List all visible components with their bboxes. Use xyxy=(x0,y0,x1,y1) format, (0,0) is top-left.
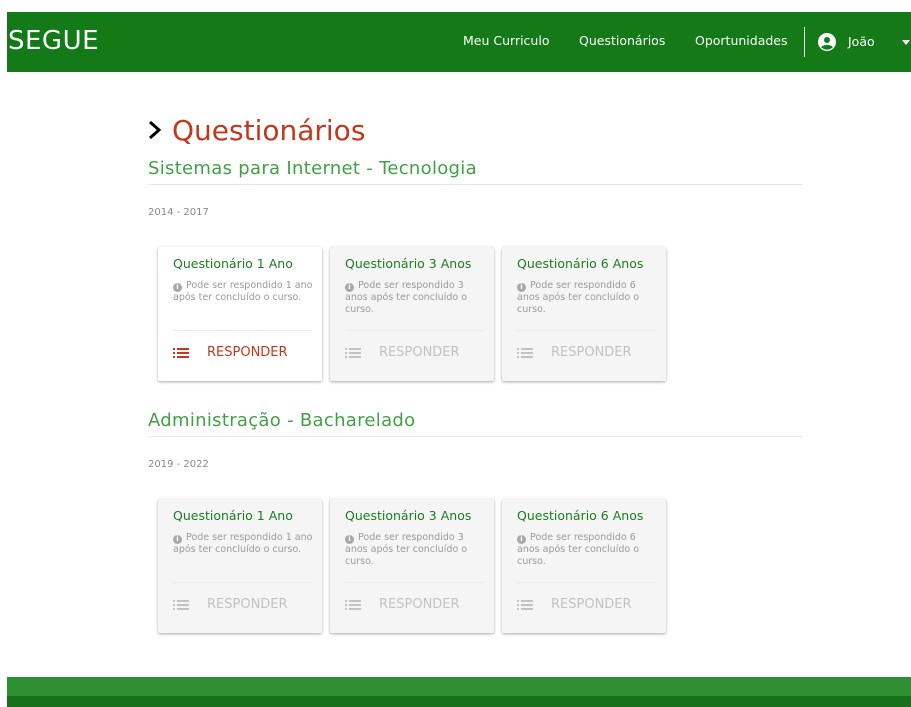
card-divider xyxy=(173,582,312,583)
questionnaire-card: Questionário 3 Anos i Pode ser respondido… xyxy=(330,247,494,381)
card-divider xyxy=(345,330,484,331)
user-menu-caret-icon[interactable] xyxy=(902,40,910,45)
questionnaire-cards: Questionário 1 Ano i Pode ser respondido … xyxy=(158,499,674,633)
respond-button-disabled: RESPONDER xyxy=(517,597,632,612)
info-icon: i xyxy=(173,283,182,292)
card-divider xyxy=(517,582,656,583)
info-icon: i xyxy=(517,283,526,292)
card-title: Questionário 3 Anos xyxy=(345,508,472,523)
respond-button[interactable]: RESPONDER xyxy=(173,345,288,360)
questionnaire-card: Questionário 6 Anos i Pode ser respondido… xyxy=(502,499,666,633)
course-section: Sistemas para Internet - Tecnologia 2014… xyxy=(148,158,803,381)
card-divider xyxy=(345,582,484,583)
page-title-text: Questionários xyxy=(172,113,366,147)
card-divider xyxy=(173,330,312,331)
brand-logo[interactable]: SEGUE xyxy=(8,26,99,56)
course-section: Administração - Bacharelado 2019 - 2022 … xyxy=(148,410,803,633)
app-frame: SEGUE Meu Curriculo Questionários Oportu… xyxy=(7,12,911,707)
course-title: Administração - Bacharelado xyxy=(148,410,803,437)
page-title: Questionários xyxy=(148,110,803,150)
list-icon xyxy=(173,347,189,358)
info-icon: i xyxy=(345,535,354,544)
card-description: i Pode ser respondido 1 ano após ter conc… xyxy=(173,532,313,555)
respond-button-disabled: RESPONDER xyxy=(173,597,288,612)
nav-link-opportunities[interactable]: Oportunidades xyxy=(695,33,788,48)
questionnaire-card: Questionário 3 Anos i Pode ser respondido… xyxy=(330,499,494,633)
questionnaire-card: Questionário 1 Ano i Pode ser respondido … xyxy=(158,499,322,633)
info-icon: i xyxy=(517,535,526,544)
nav-link-questionnaires[interactable]: Questionários xyxy=(579,33,665,48)
list-icon xyxy=(345,347,361,358)
respond-button-disabled: RESPONDER xyxy=(345,597,460,612)
top-navbar: SEGUE Meu Curriculo Questionários Oportu… xyxy=(7,12,911,72)
respond-button-disabled: RESPONDER xyxy=(345,345,460,360)
user-name[interactable]: João xyxy=(848,34,875,49)
questionnaire-card: Questionário 1 Ano i Pode ser respondido … xyxy=(158,247,322,381)
user-account-icon[interactable] xyxy=(818,33,836,51)
nav-link-curriculum[interactable]: Meu Curriculo xyxy=(463,33,549,48)
list-icon xyxy=(517,347,533,358)
main-content: Questionários Sistemas para Internet - T… xyxy=(148,110,803,633)
list-icon xyxy=(517,599,533,610)
card-description: i Pode ser respondido 6 anos após ter con… xyxy=(517,532,640,567)
list-icon xyxy=(173,599,189,610)
card-description: i Pode ser respondido 3 anos após ter con… xyxy=(345,280,468,315)
info-icon: i xyxy=(173,535,182,544)
course-period: 2014 - 2017 xyxy=(148,207,209,218)
card-title: Questionário 1 Ano xyxy=(173,256,293,271)
chevron-right-icon xyxy=(149,120,162,140)
list-icon xyxy=(345,599,361,610)
course-period: 2019 - 2022 xyxy=(148,459,209,470)
card-divider xyxy=(517,330,656,331)
card-title: Questionário 6 Anos xyxy=(517,508,644,523)
card-description: i Pode ser respondido 1 ano após ter conc… xyxy=(173,280,313,303)
course-title: Sistemas para Internet - Tecnologia xyxy=(148,158,803,185)
nav-separator xyxy=(804,27,805,57)
card-title: Questionário 1 Ano xyxy=(173,508,293,523)
card-description: i Pode ser respondido 6 anos após ter con… xyxy=(517,280,640,315)
footer xyxy=(7,677,911,696)
card-title: Questionário 3 Anos xyxy=(345,256,472,271)
questionnaire-cards: Questionário 1 Ano i Pode ser respondido … xyxy=(158,247,674,381)
card-description: i Pode ser respondido 3 anos após ter con… xyxy=(345,532,468,567)
card-title: Questionário 6 Anos xyxy=(517,256,644,271)
questionnaire-card: Questionário 6 Anos i Pode ser respondido… xyxy=(502,247,666,381)
respond-button-disabled: RESPONDER xyxy=(517,345,632,360)
footer-bottom-bar xyxy=(7,696,911,707)
info-icon: i xyxy=(345,283,354,292)
